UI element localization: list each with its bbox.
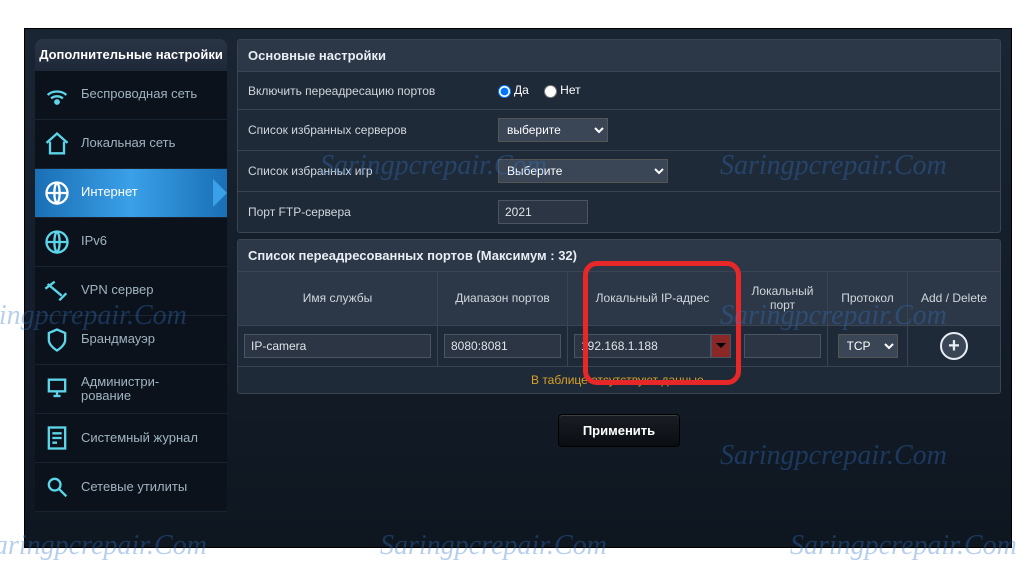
ip-dropdown-button[interactable] (711, 334, 731, 358)
main-content: Основные настройки Включить переадресаци… (237, 39, 1001, 537)
th-protocol: Протокол (828, 272, 908, 325)
globe-icon (43, 228, 71, 256)
radio-group-forwarding: Да Нет (498, 83, 593, 97)
sidebar-item-label: VPN сервер (81, 283, 154, 297)
label-ftp-port: Порт FTP-сервера (248, 205, 498, 219)
sidebar-item-admin[interactable]: Администри- рование (35, 365, 227, 415)
row-favorite-games: Список избранных игр Выберите (238, 151, 1000, 192)
vpn-icon (43, 277, 71, 305)
th-action: Add / Delete (908, 272, 1000, 325)
sidebar-item-lan[interactable]: Локальная сеть (35, 120, 227, 169)
wifi-icon (43, 81, 71, 109)
row-ftp-port: Порт FTP-сервера (238, 192, 1000, 232)
row-enable-forwarding: Включить переадресацию портов Да Нет (238, 72, 1000, 110)
input-service-name[interactable] (244, 334, 431, 358)
input-local-port[interactable] (744, 334, 821, 358)
th-range: Диапазон портов (438, 272, 568, 325)
row-favorite-servers: Список избранных серверов выберите (238, 110, 1000, 151)
sidebar-item-label: Администри- рование (81, 375, 159, 404)
sidebar-item-internet[interactable]: Интернет (35, 169, 227, 218)
sidebar: Дополнительные настройки Беспроводная се… (35, 39, 227, 537)
select-protocol[interactable]: TCP (838, 334, 898, 358)
app-window: Дополнительные настройки Беспроводная се… (24, 28, 1012, 548)
log-icon (43, 424, 71, 452)
table-row: TCP + (238, 326, 1000, 367)
sidebar-item-firewall[interactable]: Брандмауэр (35, 316, 227, 365)
select-favorite-games[interactable]: Выберите (498, 159, 668, 183)
th-service: Имя службы (238, 272, 438, 325)
local-ip-combo (574, 334, 731, 358)
shield-icon (43, 326, 71, 354)
th-local-ip: Локальный IP-адрес (568, 272, 738, 325)
sidebar-item-label: Системный журнал (81, 431, 198, 445)
sidebar-item-label: Интернет (81, 185, 138, 199)
sidebar-item-label: Сетевые утилиты (81, 480, 187, 494)
tools-icon (43, 473, 71, 501)
table-header-row: Имя службы Диапазон портов Локальный IP-… (238, 272, 1000, 326)
sidebar-item-label: Брандмауэр (81, 332, 155, 346)
label-enable-forwarding: Включить переадресацию портов (248, 84, 498, 98)
sidebar-item-syslog[interactable]: Системный журнал (35, 414, 227, 463)
apply-button[interactable]: Применить (558, 414, 680, 447)
admin-icon (43, 375, 71, 403)
select-favorite-servers[interactable]: выберите (498, 118, 608, 142)
port-table-title: Список переадресованных портов (Максимум… (238, 240, 1000, 272)
input-ftp-port[interactable] (498, 200, 588, 224)
input-port-range[interactable] (444, 334, 561, 358)
panel-title: Основные настройки (238, 40, 1000, 72)
sidebar-item-label: IPv6 (81, 234, 107, 248)
sidebar-item-vpn[interactable]: VPN сервер (35, 267, 227, 316)
home-icon (43, 130, 71, 158)
main-settings-panel: Основные настройки Включить переадресаци… (237, 39, 1001, 233)
label-favorite-servers: Список избранных серверов (248, 123, 498, 137)
radio-no[interactable]: Нет (544, 83, 580, 97)
add-row-button[interactable]: + (940, 332, 968, 360)
sidebar-header: Дополнительные настройки (35, 39, 227, 71)
sidebar-item-nettools[interactable]: Сетевые утилиты (35, 463, 227, 512)
th-local-port: Локальный порт (738, 272, 828, 325)
sidebar-item-ipv6[interactable]: IPv6 (35, 218, 227, 267)
label-favorite-games: Список избранных игр (248, 164, 498, 178)
port-forward-table: Список переадресованных портов (Максимум… (237, 239, 1001, 394)
sidebar-item-label: Беспроводная сеть (81, 87, 197, 101)
table-empty-message: В таблице отсутствуют данные. (238, 367, 1000, 393)
radio-yes[interactable]: Да (498, 83, 529, 97)
apply-row: Применить (237, 400, 1001, 461)
input-local-ip[interactable] (574, 334, 711, 358)
globe-icon (43, 179, 71, 207)
sidebar-item-wireless[interactable]: Беспроводная сеть (35, 71, 227, 120)
sidebar-item-label: Локальная сеть (81, 136, 175, 150)
